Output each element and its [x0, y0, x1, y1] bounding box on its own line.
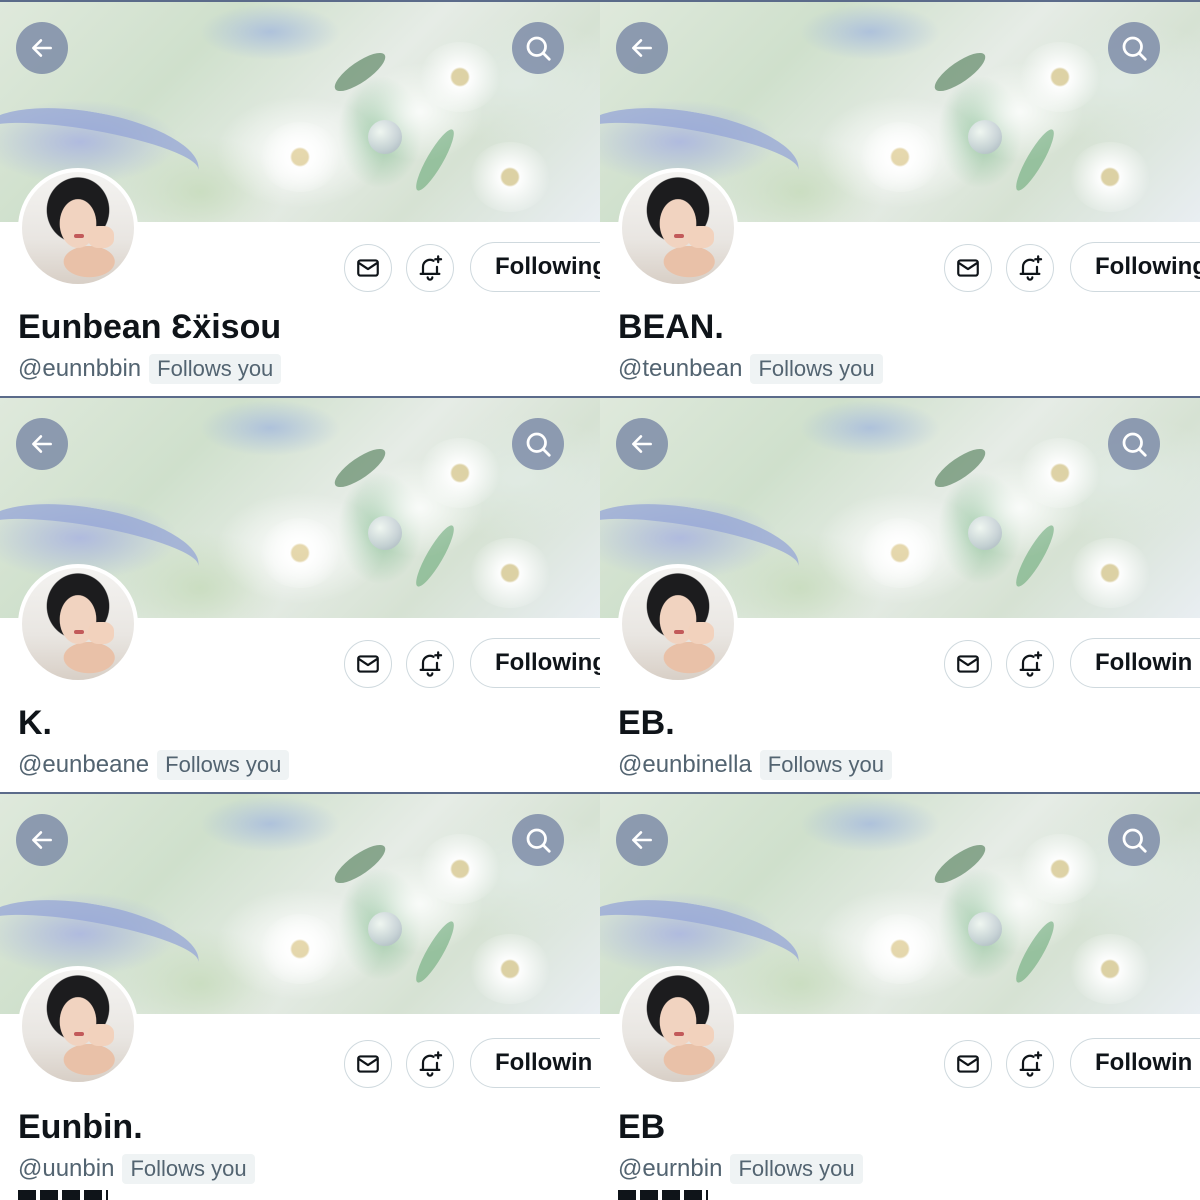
envelope-icon: [357, 655, 379, 673]
handle-row: @eunbinella Follows you: [618, 750, 892, 780]
avatar[interactable]: [18, 168, 138, 288]
search-icon: [1122, 432, 1147, 457]
arrow-left-icon: [632, 435, 652, 453]
notify-button[interactable]: [1006, 244, 1054, 292]
display-name: Eunbean Ɛẍisou: [18, 308, 282, 346]
back-button[interactable]: [616, 418, 668, 470]
profile-panel: Following K. @eunbeane Follows you: [0, 396, 600, 792]
back-button[interactable]: [16, 418, 68, 470]
back-button[interactable]: [16, 814, 68, 866]
message-button[interactable]: [344, 1040, 392, 1088]
message-button[interactable]: [944, 640, 992, 688]
avatar[interactable]: [618, 966, 738, 1086]
follows-you-badge: Follows you: [750, 354, 883, 384]
arrow-left-icon: [632, 39, 652, 57]
arrow-left-icon: [32, 39, 52, 57]
following-button[interactable]: Followin: [1070, 1038, 1200, 1088]
display-name: EB: [618, 1108, 666, 1146]
back-button[interactable]: [16, 22, 68, 74]
display-name: EB.: [618, 704, 675, 742]
profile-collage: Following Eunbean Ɛẍisou @eunnbbin Follo…: [0, 0, 1200, 1200]
handle-row: @eunbeane Follows you: [18, 750, 290, 780]
following-button[interactable]: Followin: [470, 1038, 600, 1088]
bell-plus-icon: [1019, 651, 1043, 677]
handle: @eunnbbin: [18, 355, 142, 382]
handle: @eurnbin: [618, 1155, 723, 1182]
arrow-left-icon: [32, 435, 52, 453]
bell-plus-icon: [419, 255, 443, 281]
search-button[interactable]: [512, 418, 564, 470]
envelope-icon: [357, 259, 379, 277]
envelope-icon: [957, 259, 979, 277]
search-button[interactable]: [1108, 814, 1160, 866]
profile-panel: Following Eunbean Ɛẍisou @eunnbbin Follo…: [0, 0, 600, 396]
envelope-icon: [957, 655, 979, 673]
handle: @uunbin: [18, 1155, 115, 1182]
arrow-left-icon: [632, 831, 652, 849]
envelope-icon: [357, 1055, 379, 1073]
back-button[interactable]: [616, 22, 668, 74]
search-icon: [526, 36, 551, 61]
bell-plus-icon: [419, 651, 443, 677]
search-button[interactable]: [1108, 22, 1160, 74]
following-button[interactable]: Following: [470, 242, 600, 292]
notify-button[interactable]: [406, 1040, 454, 1088]
arrow-left-icon: [32, 831, 52, 849]
following-button[interactable]: Following: [470, 638, 600, 688]
search-icon: [526, 828, 551, 853]
avatar[interactable]: [618, 564, 738, 684]
handle: @eunbeane: [18, 751, 150, 778]
follows-you-badge: Follows you: [149, 354, 282, 384]
handle-row: @teunbean Follows you: [618, 354, 883, 384]
follows-you-badge: Follows you: [759, 750, 892, 780]
search-icon: [526, 432, 551, 457]
notify-button[interactable]: [1006, 1040, 1054, 1088]
message-button[interactable]: [944, 1040, 992, 1088]
bell-plus-icon: [1019, 1051, 1043, 1077]
profile-panel: Followin EB @eurnbin Follows you: [600, 792, 1200, 1200]
profile-panel: Followin Eunbin. @uunbin Follows you: [0, 792, 600, 1200]
follows-you-badge: Follows you: [122, 1154, 255, 1184]
search-icon: [1122, 36, 1147, 61]
search-button[interactable]: [1108, 418, 1160, 470]
handle-row: @uunbin Follows you: [18, 1154, 255, 1184]
avatar[interactable]: [18, 966, 138, 1086]
handle-row: @eunnbbin Follows you: [18, 354, 282, 384]
follows-you-badge: Follows you: [730, 1154, 863, 1184]
following-button[interactable]: Following: [1070, 242, 1200, 292]
envelope-icon: [957, 1055, 979, 1073]
follows-you-badge: Follows you: [157, 750, 290, 780]
search-icon: [1122, 828, 1147, 853]
bell-plus-icon: [1019, 255, 1043, 281]
display-name: BEAN.: [618, 308, 724, 346]
notify-button[interactable]: [406, 640, 454, 688]
back-button[interactable]: [616, 814, 668, 866]
message-button[interactable]: [344, 640, 392, 688]
bell-plus-icon: [419, 1051, 443, 1077]
search-button[interactable]: [512, 814, 564, 866]
message-button[interactable]: [344, 244, 392, 292]
display-name: K.: [18, 704, 52, 742]
handle-row: @eurnbin Follows you: [618, 1154, 863, 1184]
cropped-bio-text: [618, 1190, 708, 1200]
message-button[interactable]: [944, 244, 992, 292]
handle: @eunbinella: [618, 751, 752, 778]
search-button[interactable]: [512, 22, 564, 74]
notify-button[interactable]: [1006, 640, 1054, 688]
handle: @teunbean: [618, 355, 743, 382]
following-button[interactable]: Followin: [1070, 638, 1200, 688]
avatar[interactable]: [618, 168, 738, 288]
notify-button[interactable]: [406, 244, 454, 292]
display-name: Eunbin.: [18, 1108, 143, 1146]
profile-panel: Followin EB. @eunbinella Follows you: [600, 396, 1200, 792]
cropped-bio-text: [18, 1190, 108, 1200]
profile-panel: Following BEAN. @teunbean Follows you: [600, 0, 1200, 396]
avatar[interactable]: [18, 564, 138, 684]
